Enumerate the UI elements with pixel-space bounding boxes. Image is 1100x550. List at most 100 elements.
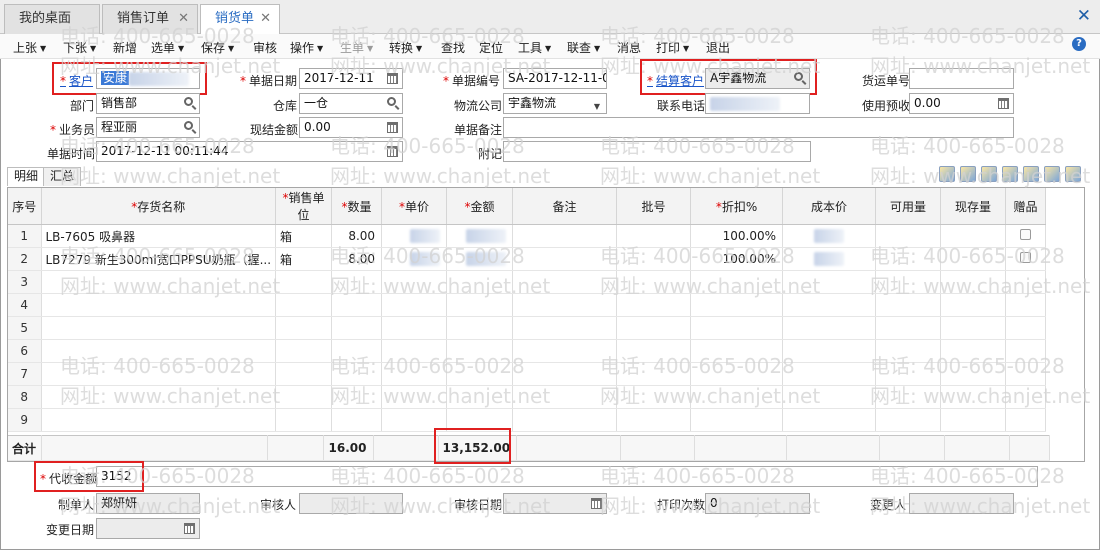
chevron-down-icon[interactable]: ▼ xyxy=(594,97,600,113)
cell-batch[interactable] xyxy=(616,316,692,340)
cell-discount[interactable] xyxy=(690,362,784,386)
cell-cost[interactable] xyxy=(782,408,877,432)
time-field[interactable]: 2017-12-11 00:11:44 xyxy=(96,141,403,162)
cell-cost[interactable] xyxy=(782,362,877,386)
cell-batch[interactable] xyxy=(616,270,692,294)
cell-price[interactable] xyxy=(381,270,448,294)
cash-field[interactable]: 0.00 xyxy=(299,117,403,138)
toolbar-item[interactable]: 新增 xyxy=(113,39,137,56)
column-header[interactable]: 成本价 xyxy=(782,188,877,225)
close-icon[interactable]: ✕ xyxy=(260,5,271,33)
cell-note[interactable] xyxy=(512,362,618,386)
cell-stock[interactable] xyxy=(940,224,1007,248)
cell-cost[interactable] xyxy=(782,270,877,294)
cell-amount[interactable] xyxy=(446,224,514,248)
calculator-icon[interactable] xyxy=(998,98,1009,109)
cell-gift[interactable] xyxy=(1005,385,1047,409)
window-close-icon[interactable]: ✕ xyxy=(1077,6,1091,26)
cell-discount[interactable]: 100.00% xyxy=(690,247,784,271)
cell-unit[interactable] xyxy=(275,270,333,294)
cell-note[interactable] xyxy=(512,270,618,294)
checkbox[interactable] xyxy=(1020,229,1032,240)
dept-field[interactable]: 销售部 xyxy=(96,93,200,114)
calculator-icon[interactable] xyxy=(387,122,398,133)
calendar-icon[interactable] xyxy=(387,73,398,84)
tab-sales-delivery[interactable]: 销货单 ✕ xyxy=(200,4,280,35)
cell-note[interactable] xyxy=(512,316,618,340)
ship-no-field[interactable] xyxy=(909,68,1014,89)
cell-qty[interactable] xyxy=(331,408,383,432)
cell-qty[interactable] xyxy=(331,362,383,386)
cell-gift[interactable] xyxy=(1005,293,1047,317)
cell-gift[interactable] xyxy=(1005,247,1047,271)
cell-note[interactable] xyxy=(512,247,618,271)
copy-icon[interactable] xyxy=(939,166,955,182)
table-row[interactable]: 6 xyxy=(8,339,1047,363)
cell-qty[interactable]: 8.00 xyxy=(331,224,383,248)
doc-no-field[interactable]: SA-2017-12-11-0... xyxy=(503,68,607,89)
column-header[interactable]: 序号 xyxy=(8,188,42,225)
toolbar-item[interactable]: 联查 ▼ xyxy=(567,39,600,56)
table-row[interactable]: 2 LB7279 新生300ml宽口PPSU奶瓶（握... 箱 8.00 100.00% xyxy=(8,247,1047,271)
cell-stock[interactable] xyxy=(940,247,1007,271)
cell-stock[interactable] xyxy=(940,339,1007,363)
cell-price[interactable] xyxy=(381,247,448,271)
cell-unit[interactable] xyxy=(275,362,333,386)
toolbar-item[interactable]: 审核 xyxy=(253,39,277,56)
cell-stock[interactable] xyxy=(940,362,1007,386)
cell-amount[interactable] xyxy=(446,247,514,271)
close-icon[interactable]: ✕ xyxy=(178,5,189,33)
cell-available[interactable] xyxy=(875,385,942,409)
cell-available[interactable] xyxy=(875,270,942,294)
column-header[interactable]: 可用量 xyxy=(875,188,942,225)
cell-note[interactable] xyxy=(512,385,618,409)
cell-gift[interactable] xyxy=(1005,224,1047,248)
cell-stock[interactable] xyxy=(940,316,1007,340)
cell-available[interactable] xyxy=(875,293,942,317)
cell-unit[interactable]: 箱 xyxy=(275,224,333,248)
cell-amount[interactable] xyxy=(446,385,514,409)
cell-price[interactable] xyxy=(381,385,448,409)
cell-amount[interactable] xyxy=(446,316,514,340)
cell-batch[interactable] xyxy=(616,293,692,317)
cell-price[interactable] xyxy=(381,339,448,363)
cell-price[interactable] xyxy=(381,293,448,317)
column-header[interactable]: *折扣% xyxy=(690,188,784,225)
cell-unit[interactable] xyxy=(275,385,333,409)
cell-item-name[interactable] xyxy=(41,408,277,432)
row-number[interactable]: 8 xyxy=(8,385,42,409)
cell-gift[interactable] xyxy=(1005,362,1047,386)
column-header[interactable]: *单价 xyxy=(381,188,448,225)
save-icon[interactable] xyxy=(1065,166,1081,182)
cell-discount[interactable] xyxy=(690,270,784,294)
toolbar-item[interactable]: 工具 ▼ xyxy=(518,39,551,56)
column-header[interactable]: *数量 xyxy=(331,188,383,225)
cell-qty[interactable] xyxy=(331,293,383,317)
search-doc-icon[interactable] xyxy=(1002,166,1018,182)
cell-stock[interactable] xyxy=(940,408,1007,432)
toolbar-item[interactable]: 打印 ▼ xyxy=(656,39,689,56)
cell-note[interactable] xyxy=(512,408,618,432)
cell-batch[interactable] xyxy=(616,362,692,386)
tab-sales-order[interactable]: 销售订单 ✕ xyxy=(102,4,198,34)
toolbar-item[interactable]: 查找 xyxy=(441,39,465,56)
row-number[interactable]: 5 xyxy=(8,316,42,340)
column-header[interactable]: *销售单位 xyxy=(275,188,333,225)
tab-summary[interactable]: 汇总 xyxy=(43,167,82,186)
row-number[interactable]: 2 xyxy=(8,247,42,271)
cell-price[interactable] xyxy=(381,224,448,248)
tab-detail[interactable]: 明细 xyxy=(7,167,46,186)
search-icon[interactable] xyxy=(184,121,193,130)
cell-available[interactable] xyxy=(875,339,942,363)
cell-item-name[interactable] xyxy=(41,385,277,409)
column-header[interactable]: *存货名称 xyxy=(41,188,277,225)
cell-gift[interactable] xyxy=(1005,270,1047,294)
cell-note[interactable] xyxy=(512,293,618,317)
export-icon[interactable] xyxy=(981,166,997,182)
toolbar-item[interactable]: 转换 ▼ xyxy=(389,39,422,56)
table-row[interactable]: 1 LB-7605 吸鼻器箱 8.00 100.00% xyxy=(8,224,1047,248)
cell-batch[interactable] xyxy=(616,408,692,432)
cell-item-name[interactable] xyxy=(41,293,277,317)
search-icon[interactable] xyxy=(387,97,396,106)
toolbar-item[interactable]: 上张 ▼ xyxy=(13,39,46,56)
